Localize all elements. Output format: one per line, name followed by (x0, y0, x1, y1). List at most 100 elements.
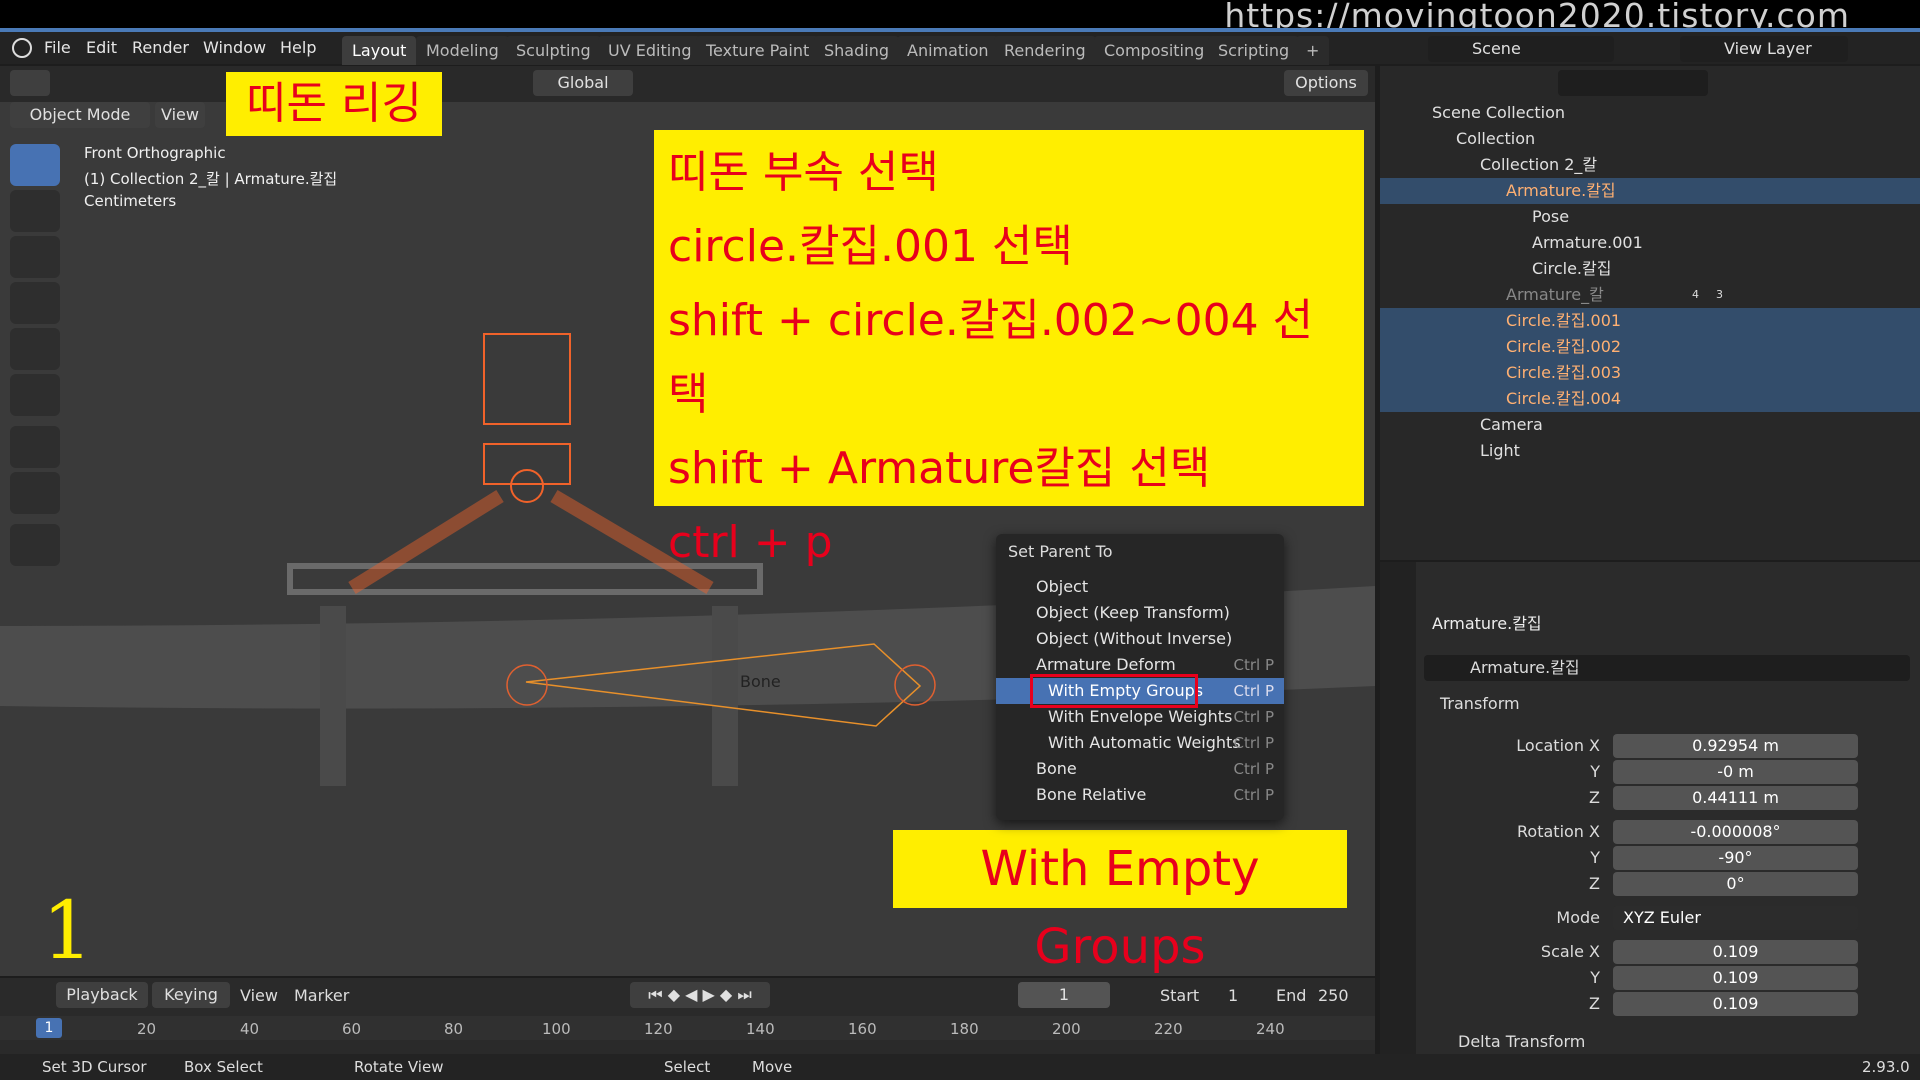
outliner-row[interactable]: Scene Collection (1380, 100, 1920, 126)
end-label: End (1276, 986, 1307, 1005)
tab-modeling[interactable]: Modeling (416, 36, 509, 65)
tick-label: 220 (1154, 1020, 1183, 1038)
menu-help[interactable]: Help (280, 38, 316, 57)
tab-layout[interactable]: Layout (342, 36, 417, 65)
menu-item-bone-relative[interactable]: Bone Relative Ctrl P (996, 782, 1284, 808)
tab-texture-paint[interactable]: Texture Paint (696, 36, 820, 65)
highlight-box (1030, 674, 1198, 708)
outliner-row[interactable]: Circle.칼집.001 (1380, 308, 1920, 334)
menu-item-with-automatic-weights[interactable]: With Automatic Weights Ctrl P (996, 730, 1284, 756)
tick-label: 40 (240, 1020, 260, 1038)
location-x-field[interactable]: 0.92954 m (1613, 734, 1858, 758)
tick-label: 20 (137, 1020, 157, 1038)
outliner-row[interactable]: Light (1380, 438, 1920, 464)
outliner-row[interactable]: Armature_칼 (1380, 282, 1920, 308)
menu-file[interactable]: File (44, 38, 71, 57)
blender-logo-icon[interactable] (12, 38, 32, 58)
status-move: Move (752, 1058, 793, 1076)
tab-shading[interactable]: Shading (814, 36, 899, 65)
y-label: Y (1590, 762, 1600, 781)
step-2: circle.칼집.001 선택 (668, 221, 1073, 272)
menu-item-label: With Envelope Weights (1048, 707, 1233, 726)
y-label: Y (1590, 968, 1600, 987)
add-workspace-button[interactable]: + (1296, 36, 1330, 65)
tab-animation[interactable]: Animation (897, 36, 999, 65)
menu-edit[interactable]: Edit (86, 38, 117, 57)
outliner-row[interactable]: Circle.칼집.003 (1380, 360, 1920, 386)
menu-item-object[interactable]: Object (996, 574, 1284, 600)
keying-menu[interactable]: Keying (152, 982, 230, 1008)
version-label: 2.93.0 (1862, 1058, 1910, 1076)
menu-item-with-envelope-weights[interactable]: With Envelope Weights Ctrl P (996, 704, 1284, 730)
step-1: 띠돈 부속 선택 (668, 147, 939, 198)
tab-sculpting[interactable]: Sculpting (506, 36, 601, 65)
outliner-row[interactable]: Collection 2_칼 (1380, 152, 1920, 178)
delta-transform-header[interactable]: Delta Transform (1458, 1032, 1585, 1051)
scale-x-field[interactable]: 0.109 (1613, 940, 1858, 964)
end-value[interactable]: 250 (1318, 986, 1349, 1005)
y-label: Y (1590, 848, 1600, 867)
frame-number-overlay: 1 (42, 884, 93, 976)
outliner-row[interactable]: Camera (1380, 412, 1920, 438)
rotation-y-field[interactable]: -90° (1613, 846, 1858, 870)
tab-compositing[interactable]: Compositing (1094, 36, 1215, 65)
outliner-search-input[interactable] (1558, 70, 1708, 96)
playback-controls[interactable]: ⏮ ◆ ◀ ▶ ◆ ⏭ (630, 982, 770, 1008)
transform-header[interactable]: Transform (1440, 694, 1520, 713)
scene-selector[interactable]: Scene (1428, 36, 1614, 62)
tick-label: 160 (848, 1020, 877, 1038)
rotation-x-field[interactable]: -0.000008° (1613, 820, 1858, 844)
start-label: Start (1160, 986, 1200, 1005)
scale-label: Scale X (1540, 942, 1600, 961)
tab-rendering[interactable]: Rendering (994, 36, 1096, 65)
step-3: shift + circle.칼집.002~004 선택 (668, 295, 1314, 420)
tab-uv-editing[interactable]: UV Editing (598, 36, 702, 65)
start-value[interactable]: 1 (1228, 986, 1238, 1005)
outliner-row[interactable]: Circle.칼집.002 (1380, 334, 1920, 360)
scale-z-field[interactable]: 0.109 (1613, 992, 1858, 1016)
menu-render[interactable]: Render (132, 38, 189, 57)
playhead[interactable]: 1 (36, 1018, 62, 1038)
set-parent-menu: Set Parent To Object Object (Keep Transf… (996, 534, 1284, 820)
outliner-row[interactable]: Circle.칼집 (1380, 256, 1920, 282)
z-label: Z (1589, 994, 1600, 1013)
menu-item-object-without-inverse[interactable]: Object (Without Inverse) (996, 626, 1284, 652)
menu-item-object-keep-transform[interactable]: Object (Keep Transform) (996, 600, 1284, 626)
menu-item-label: Object (Without Inverse) (1036, 629, 1233, 648)
tab-scripting[interactable]: Scripting (1208, 36, 1300, 65)
menu-item-label: Bone (1036, 759, 1077, 778)
z-label: Z (1589, 788, 1600, 807)
steps-annotation: 띠돈 부속 선택 circle.칼집.001 선택 shift + circle… (654, 130, 1364, 568)
menu-item-bone[interactable]: Bone Ctrl P (996, 756, 1284, 782)
view-menu[interactable]: View (240, 986, 278, 1005)
3d-viewport[interactable]: Object Mode View Global Options Front Or… (0, 66, 1375, 976)
mode-label: Mode (1556, 908, 1600, 927)
outliner-row[interactable]: Collection (1380, 126, 1920, 152)
menu-item-label: Bone Relative (1036, 785, 1147, 804)
outliner-row[interactable]: Circle.칼집.004 (1380, 386, 1920, 412)
outliner-row[interactable]: Armature.칼집 (1380, 178, 1920, 204)
tick-label: 100 (542, 1020, 571, 1038)
playback-menu[interactable]: Playback (56, 982, 148, 1008)
tick-label: 80 (444, 1020, 464, 1038)
properties-panel: Armature.칼집 Armature.칼집 Transform Locati… (1380, 562, 1920, 1056)
scale-y-field[interactable]: 0.109 (1613, 966, 1858, 990)
current-frame-field[interactable]: 1 (1018, 982, 1110, 1008)
tick-label: 240 (1256, 1020, 1285, 1038)
status-set-cursor: Set 3D Cursor (42, 1058, 147, 1076)
outliner-row[interactable]: Armature.001 (1380, 230, 1920, 256)
status-rotate-view: Rotate View (354, 1058, 444, 1076)
properties-tabs (1380, 562, 1416, 1056)
location-z-field[interactable]: 0.44111 m (1613, 786, 1858, 810)
shortcut: Ctrl P (1233, 682, 1274, 700)
outliner-row[interactable]: Pose (1380, 204, 1920, 230)
rotation-mode-dropdown[interactable]: XYZ Euler (1613, 906, 1858, 930)
shortcut: Ctrl P (1233, 734, 1274, 752)
menu-window[interactable]: Window (203, 38, 266, 57)
object-name-field[interactable]: Armature.칼집 (1424, 655, 1910, 681)
step-4: shift + Armature칼집 선택 (668, 443, 1211, 494)
view-layer-selector[interactable]: View Layer (1680, 36, 1848, 62)
marker-menu[interactable]: Marker (294, 986, 349, 1005)
rotation-z-field[interactable]: 0° (1613, 872, 1858, 896)
location-y-field[interactable]: -0 m (1613, 760, 1858, 784)
